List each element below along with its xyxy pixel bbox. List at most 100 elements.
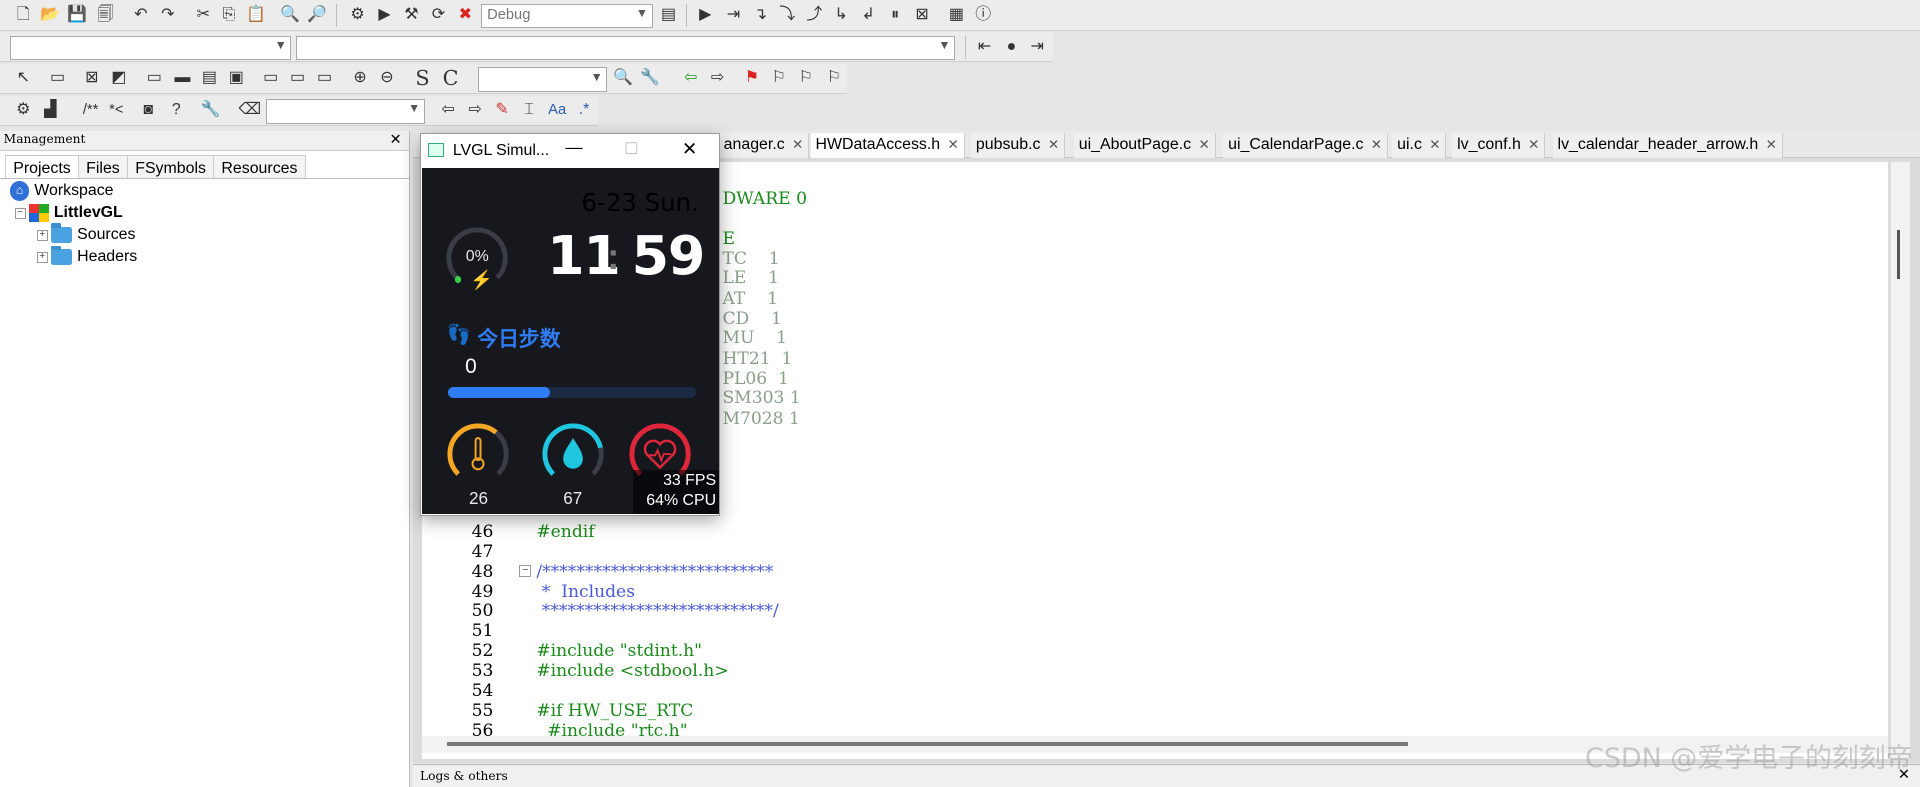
step-instruction-icon[interactable]: ↲	[857, 4, 879, 26]
jump-back-icon[interactable]: ⇤	[973, 36, 995, 58]
arrow-right-icon[interactable]: ⇨	[707, 67, 729, 89]
open-file-icon[interactable]: 📂	[39, 4, 61, 26]
search-combo[interactable]: ▼	[477, 67, 608, 92]
case-button[interactable]: Aa	[546, 99, 568, 121]
shape2-icon[interactable]: ▭	[287, 67, 309, 89]
text-combo[interactable]: ▼	[265, 99, 425, 124]
next-instruction-icon[interactable]: ↳	[830, 4, 852, 26]
block4-icon[interactable]: ▣	[225, 67, 247, 89]
doc-comment-button[interactable]: /**	[73, 99, 107, 121]
copy-icon[interactable]: ⎘	[218, 4, 240, 26]
expand-icon[interactable]: +	[36, 251, 48, 263]
close-icon[interactable]: ✕	[390, 131, 402, 148]
tree-folder-headers[interactable]: + Headers	[36, 245, 137, 268]
debug-windows-icon[interactable]: ▦	[945, 4, 967, 26]
selection-icon[interactable]: ⌶	[518, 99, 540, 121]
zoom-out-icon[interactable]: ⊖	[376, 67, 398, 89]
form-icon[interactable]: ⊠	[81, 67, 103, 89]
minimize-icon[interactable]: —	[565, 137, 582, 158]
jump-forward-icon[interactable]: ⇥	[1026, 36, 1048, 58]
build-icon[interactable]: ⚒	[400, 4, 422, 26]
next-line-icon[interactable]: ↴	[749, 4, 771, 26]
select-icon[interactable]: ↖	[12, 67, 34, 89]
regex-icon[interactable]: .*	[573, 99, 595, 121]
plugin-icon[interactable]: ⚙	[12, 99, 34, 121]
prev-flag-icon[interactable]: ⚐	[768, 67, 790, 89]
build-settings-icon[interactable]: ⚙	[347, 4, 369, 26]
tree-workspace[interactable]: ⌂ Workspace	[9, 180, 114, 202]
tab-projects[interactable]: Projects	[4, 155, 80, 178]
run-to-cursor-icon[interactable]: ⇥	[722, 4, 744, 26]
info-icon[interactable]: ⓘ	[972, 4, 994, 26]
tree-project[interactable]: − LittlevGL	[14, 202, 123, 224]
step-out-icon[interactable]: ⤴	[803, 4, 825, 26]
forward-icon[interactable]: ⇨	[464, 99, 486, 121]
tab-fsymbols[interactable]: FSymbols	[126, 155, 215, 178]
close-icon[interactable]: ✕	[1371, 137, 1382, 152]
wrench-icon[interactable]: 🔧	[200, 99, 222, 121]
tab-file-1[interactable]: HWDataAccess.h ✕	[810, 133, 965, 158]
arrow-left-icon[interactable]: ⇦	[680, 67, 702, 89]
lvgl-screen[interactable]: 6-23 Sun. 0% ⚡ 11 : 59 👣 今日步数 0 26 67 33…	[422, 167, 719, 515]
pause-icon[interactable]: ⏸	[884, 4, 906, 26]
form2-icon[interactable]: ◩	[108, 67, 130, 89]
chart-icon[interactable]: ▟	[39, 99, 61, 121]
tab-file-0[interactable]: anager.c ✕	[718, 133, 810, 158]
close-icon[interactable]: ✕	[1429, 137, 1440, 152]
debug-run-icon[interactable]: ▶	[694, 4, 716, 26]
stop-debug-icon[interactable]: ⊠	[911, 4, 933, 26]
function-combo[interactable]: ▼	[296, 35, 956, 60]
highlight-icon[interactable]: ✎	[491, 99, 513, 121]
scope-combo[interactable]: ▼	[9, 35, 292, 60]
close-icon[interactable]: ✕	[1048, 137, 1059, 152]
scroll-thumb[interactable]	[446, 742, 1409, 746]
tab-resources[interactable]: Resources	[213, 155, 306, 178]
block-icon[interactable]: ▭	[143, 67, 165, 89]
zoom-in-icon[interactable]: ⊕	[349, 67, 371, 89]
redo-icon[interactable]: ↷	[157, 4, 179, 26]
close-icon[interactable]: ✕	[1766, 137, 1777, 152]
close-icon[interactable]: ✕	[1198, 137, 1209, 152]
expand-icon[interactable]: +	[36, 229, 48, 241]
step-into-icon[interactable]: ⤵	[776, 4, 798, 26]
fold-marker-icon[interactable]: −	[519, 565, 532, 578]
s-button[interactable]: S	[411, 67, 433, 89]
save-icon[interactable]: 💾	[66, 4, 88, 26]
back-icon[interactable]: ⇦	[437, 99, 459, 121]
next-flag-icon[interactable]: ⚐	[795, 67, 817, 89]
build-options-icon[interactable]: ▤	[658, 4, 680, 26]
cut-icon[interactable]: ✂	[192, 4, 214, 26]
close-icon[interactable]: ✕	[682, 138, 697, 160]
new-file-icon[interactable]: 🗋	[12, 4, 34, 26]
block3-icon[interactable]: ▤	[198, 67, 220, 89]
run-icon[interactable]: ▶	[373, 4, 395, 26]
tab-file-7[interactable]: lv_calendar_header_arrow.h ✕	[1552, 133, 1783, 158]
tab-file-2[interactable]: pubsub.c ✕	[971, 133, 1065, 158]
tab-files[interactable]: Files	[77, 155, 129, 178]
tab-file-5[interactable]: ui.c ✕	[1392, 133, 1447, 158]
tab-file-3[interactable]: ui_AboutPage.c ✕	[1073, 133, 1216, 158]
abort-icon[interactable]: ✖	[454, 4, 476, 26]
c-button[interactable]: C	[440, 67, 462, 89]
search-icon[interactable]: 🔍	[612, 67, 634, 89]
tab-file-6[interactable]: lv_conf.h ✕	[1452, 133, 1546, 158]
vertical-scrollbar[interactable]	[1890, 161, 1911, 760]
save-all-icon[interactable]: 🗐	[94, 4, 116, 26]
doc-tag-button[interactable]: *<	[105, 99, 127, 121]
scroll-thumb[interactable]	[1896, 230, 1901, 280]
flag-icon[interactable]: ⚑	[741, 67, 763, 89]
maximize-icon[interactable]: ☐	[624, 139, 638, 159]
shape3-icon[interactable]: ▭	[313, 67, 335, 89]
clear-flags-icon[interactable]: ⚐	[823, 67, 845, 89]
block2-icon[interactable]: ▬	[171, 67, 193, 89]
rebuild-icon[interactable]: ⟳	[427, 4, 449, 26]
tools-icon[interactable]: 🔧	[639, 67, 661, 89]
tree-folder-sources[interactable]: + Sources	[36, 223, 135, 246]
globe-icon[interactable]: ◙	[137, 99, 159, 121]
collapse-icon[interactable]: −	[14, 207, 26, 219]
lvgl-title-bar[interactable]: LVGL Simul... — ☐ ✕	[421, 134, 719, 167]
find-replace-icon[interactable]: 🔎	[306, 4, 328, 26]
help-icon[interactable]: ?	[165, 99, 187, 121]
paste-icon[interactable]: 📋	[245, 4, 267, 26]
find-icon[interactable]: 🔍	[279, 4, 301, 26]
